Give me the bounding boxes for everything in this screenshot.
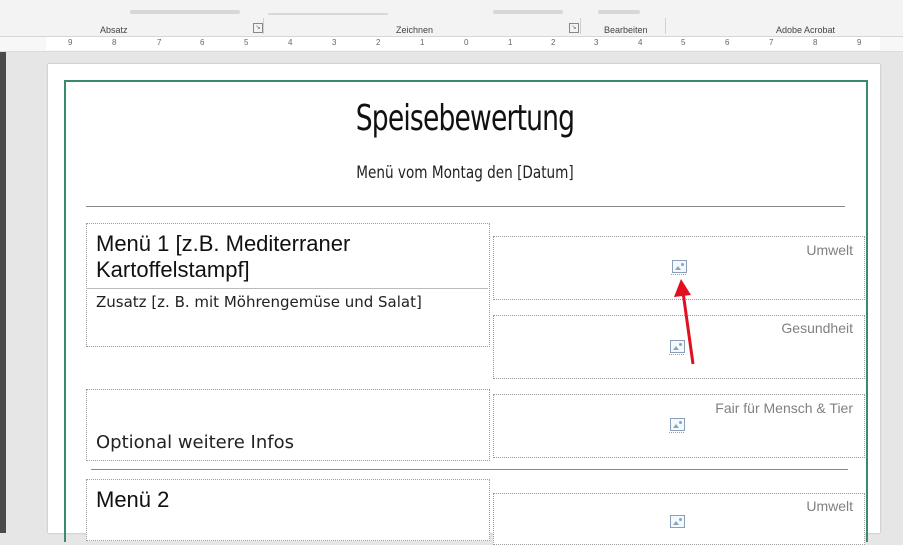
arrow-shaft bbox=[681, 291, 695, 365]
arrow-head bbox=[674, 279, 691, 297]
annotation-arrow-icon bbox=[674, 279, 695, 365]
